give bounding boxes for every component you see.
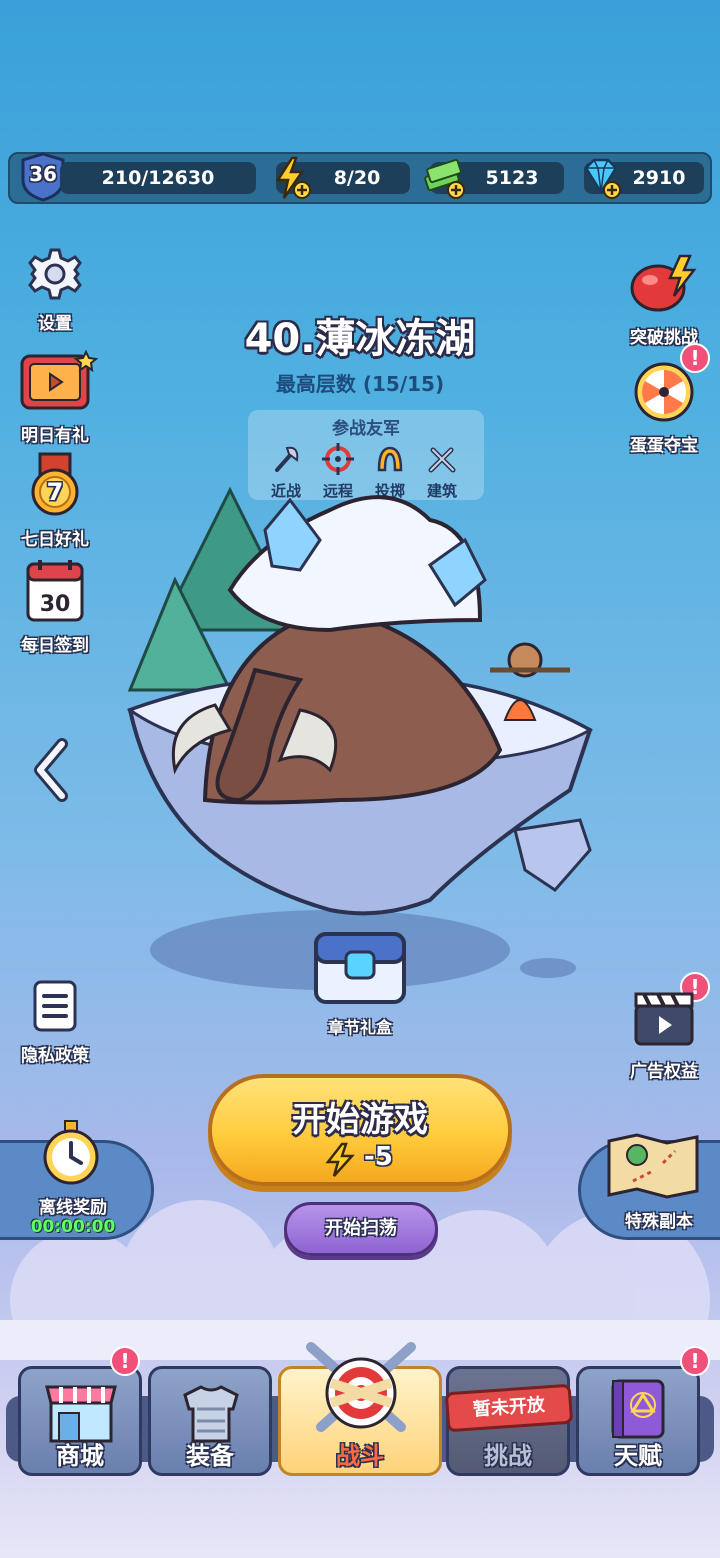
- alert-badge: !: [110, 1346, 140, 1376]
- resource-bar: 36 210/12630 8/20 5123 2910: [8, 152, 712, 204]
- gem-value: 2910: [632, 167, 686, 189]
- ad-benefits-label: 广告权益: [630, 1062, 698, 1082]
- offline-reward-button[interactable]: 离线奖励 00:00:00: [0, 1120, 154, 1240]
- chest-icon: [314, 932, 406, 1004]
- target-swords-icon: [306, 1342, 416, 1432]
- special-dungeon-label: 特殊副本: [625, 1212, 693, 1232]
- spellbook-icon: [611, 1379, 665, 1439]
- cash-plus-icon[interactable]: [420, 154, 468, 202]
- start-game-button[interactable]: 开始游戏 -5: [208, 1074, 512, 1186]
- exp-display: 210/12630: [60, 162, 256, 194]
- tomorrow-gift-label: 明日有礼: [21, 426, 89, 446]
- special-dungeon-button[interactable]: 特殊副本: [578, 1133, 720, 1240]
- nav-tab-challenge-label: 挑战: [484, 1442, 532, 1470]
- treasure-map-icon: [607, 1133, 699, 1199]
- offline-reward-label: 离线奖励: [39, 1198, 107, 1218]
- start-game-label: 开始游戏: [292, 1100, 428, 1140]
- nav-tab-equipment-label: 装备: [186, 1442, 234, 1470]
- stage-title: 40.薄冰冻湖: [244, 316, 476, 362]
- stopwatch-icon: [43, 1120, 99, 1185]
- exp-value: 210/12630: [101, 167, 215, 189]
- allies-title: 参战友军: [332, 419, 400, 439]
- nav-tab-shop[interactable]: 商城: [18, 1366, 142, 1476]
- cash-value: 5123: [485, 167, 539, 189]
- start-game-cost: -5: [364, 1142, 393, 1172]
- stage-island-illustration: [126, 486, 594, 990]
- nav-tab-talent-label: 天赋: [614, 1442, 662, 1470]
- energy-value: 8/20: [333, 167, 381, 189]
- nav-tab-shop-label: 商城: [56, 1442, 104, 1470]
- nav-tab-equipment[interactable]: 装备: [148, 1366, 272, 1476]
- privacy-policy-label: 隐私政策: [21, 1046, 89, 1066]
- nav-tab-talent[interactable]: 天赋: [576, 1366, 700, 1476]
- energy-plus-icon[interactable]: [266, 154, 314, 202]
- alert-badge: !: [680, 1346, 710, 1376]
- egg-treasure-label: 蛋蛋夺宝: [630, 436, 698, 456]
- energy-icon: [325, 1142, 355, 1177]
- chapter-chest-label: 章节礼盒: [327, 1018, 392, 1037]
- best-floor: 最高层数 (15/15): [275, 372, 445, 396]
- gear-icon: [28, 248, 82, 300]
- chapter-chest-button[interactable]: [310, 924, 410, 1008]
- gem-plus-icon[interactable]: [576, 154, 624, 202]
- offline-reward-timer: 00:00:00: [30, 1217, 116, 1237]
- nav-tab-battle[interactable]: 战斗: [278, 1342, 442, 1476]
- start-sweep-button[interactable]: 开始扫荡: [284, 1202, 438, 1256]
- nav-tab-battle-label: 战斗: [336, 1442, 384, 1470]
